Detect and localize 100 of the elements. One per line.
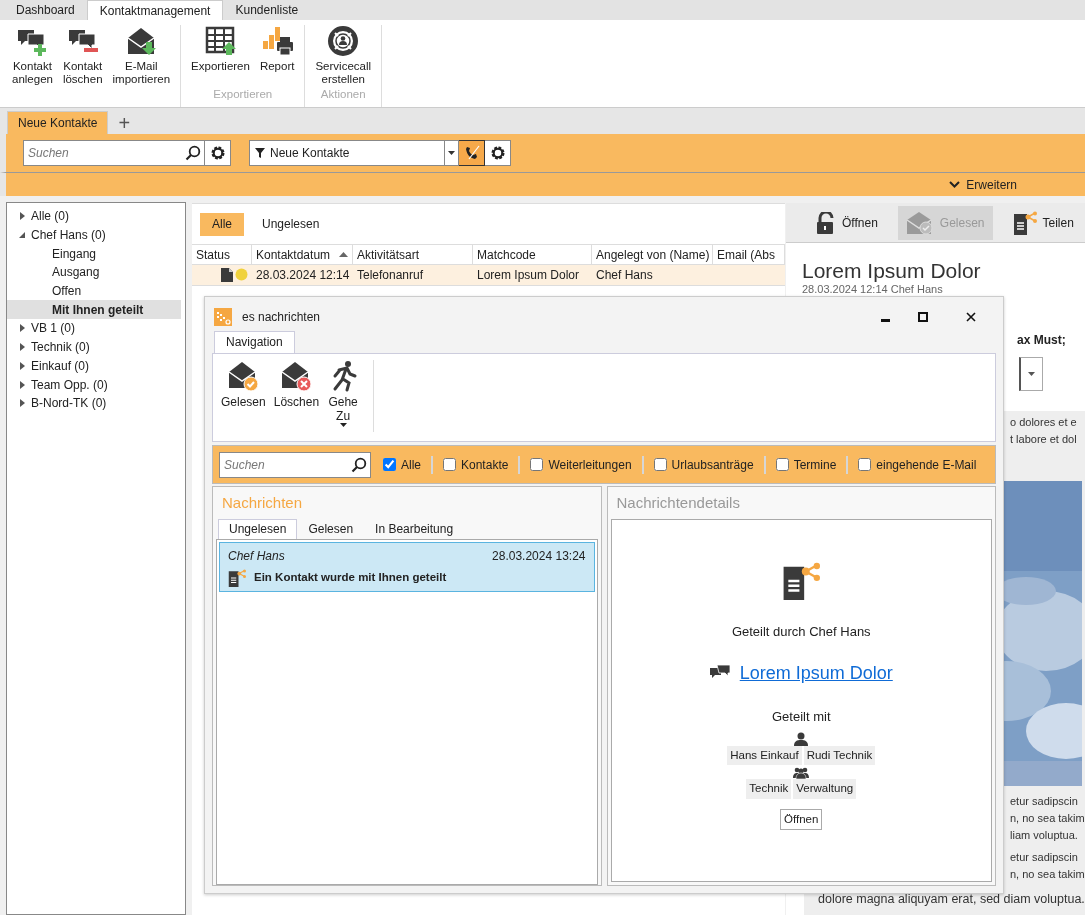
envelope-check-icon <box>227 360 260 392</box>
recipient-tag: Technik <box>746 779 792 799</box>
caret-icon <box>448 151 455 155</box>
checkbox-label: eingehende E-Mail <box>876 456 977 474</box>
table-cell-text: Telefonanruf <box>356 267 425 284</box>
column-header[interactable]: Email (Abs <box>713 245 785 264</box>
ribbon-button[interactable]: E-Mail importieren <box>110 25 173 87</box>
settings-icon <box>489 145 506 161</box>
filter-tab[interactable]: Alle <box>200 212 244 236</box>
phone-pen-icon <box>463 145 480 161</box>
ribbon-button[interactable]: Löschen <box>271 360 322 432</box>
record-title: Lorem Ipsum Dolor <box>801 258 982 283</box>
checkbox[interactable] <box>443 458 456 471</box>
lifebuoy-icon <box>327 25 360 57</box>
group-label: Exportieren <box>212 86 274 102</box>
text-line: t labore et dol <box>1010 432 1078 447</box>
filter-tab[interactable]: Ungelesen <box>250 212 332 236</box>
app-tab[interactable]: Dashboard <box>4 0 87 20</box>
table-row[interactable]: 28.03.2024 12:14 Telefonanruf Lorem Ipsum Dolor Chef Hans <box>192 265 785 286</box>
message-sender: Chef Hans <box>228 548 285 565</box>
settings-button[interactable] <box>485 140 511 166</box>
document-share-icon <box>228 569 246 587</box>
app-logo-icon <box>214 308 232 326</box>
checkbox-label: Alle <box>401 456 421 474</box>
ribbon-button[interactable]: Exportieren <box>189 25 252 86</box>
recipient-tag: Hans Einkauf <box>727 746 802 766</box>
ribbon-button[interactable]: Kontakt anlegen <box>10 25 55 87</box>
column-header[interactable]: Status <box>192 245 252 264</box>
tree-item[interactable]: Team Opp. (0) <box>31 375 108 394</box>
search-field[interactable]: Suchen <box>23 140 205 166</box>
checkbox-label: Urlaubsanträge <box>671 456 754 474</box>
field-label: ax Must; <box>1016 332 1067 349</box>
view-tab[interactable]: Neue Kontakte <box>7 111 109 134</box>
column-header[interactable]: Angelegt von (Name) <box>592 245 713 264</box>
tree-item[interactable]: VB 1 (0) <box>31 319 75 338</box>
minimize-icon <box>881 319 890 322</box>
tree-item[interactable]: Technik (0) <box>31 338 90 357</box>
tree-item[interactable]: Ausgang <box>7 263 181 282</box>
ribbon-button[interactable]: Gelesen <box>219 360 268 432</box>
funnel-icon <box>255 148 265 158</box>
chart-printer-icon <box>261 25 294 57</box>
open-button[interactable]: Öffnen <box>780 808 823 830</box>
shared-with-text: Geteilt mit <box>772 707 831 726</box>
column-header[interactable]: Matchcode <box>473 245 592 264</box>
tree-item[interactable]: Mit Ihnen geteilt <box>7 300 181 320</box>
chevron-down-icon <box>949 181 961 188</box>
message-tab[interactable]: Ungelesen <box>218 519 298 539</box>
ribbon-tab[interactable]: Navigation <box>214 331 295 353</box>
ribbon-button[interactable]: Report <box>257 25 297 86</box>
document-share-icon <box>782 562 821 600</box>
toolbar-button[interactable]: Öffnen <box>808 205 886 240</box>
person-icon <box>794 732 809 746</box>
maximize-icon <box>918 312 928 322</box>
message-tab[interactable]: In Bearbeitung <box>364 519 465 539</box>
ribbon-button[interactable]: Kontakt löschen <box>60 25 105 87</box>
checkbox[interactable] <box>858 458 872 471</box>
table-cell-text: 28.03.2024 12:14 <box>255 267 351 284</box>
tree-item[interactable]: Offen <box>7 281 181 301</box>
close-icon <box>966 312 976 322</box>
filter-dropdown[interactable]: Neue Kontakte <box>249 140 459 166</box>
checkbox[interactable] <box>775 458 789 471</box>
document-icon <box>221 268 233 282</box>
add-tab-button[interactable]: + <box>114 112 135 134</box>
text-line: n, no sea takim <box>1010 811 1085 826</box>
dropdown-field[interactable] <box>1019 357 1043 391</box>
settings-button[interactable] <box>205 140 231 166</box>
tree-item[interactable]: B-Nord-TK (0) <box>31 394 107 413</box>
message-time: 28.03.2024 13:24 <box>492 548 586 565</box>
chat-icon <box>709 665 730 681</box>
tree-item[interactable]: Einkauf (0) <box>31 356 90 375</box>
column-header[interactable]: Aktivitätsart <box>353 245 473 264</box>
search-field[interactable]: Suchen <box>219 451 371 478</box>
checkbox[interactable] <box>653 458 667 471</box>
call-toggle-button[interactable] <box>459 140 485 166</box>
checkbox[interactable] <box>530 458 544 471</box>
record-link[interactable]: Lorem Ipsum Dolor <box>739 659 893 687</box>
text-line: o dolores et e <box>1010 415 1078 430</box>
tree-item[interactable]: Chef Hans (0) <box>31 226 106 245</box>
search-icon <box>185 145 201 161</box>
dropdown-button[interactable]: Gehe Zu <box>325 360 362 432</box>
app-tab[interactable]: Kundenliste <box>223 0 311 20</box>
column-header[interactable]: Kontaktdatum <box>252 245 353 264</box>
checkbox[interactable] <box>383 458 396 471</box>
envelope-check-icon <box>905 210 934 235</box>
toolbar-button[interactable]: Teilen <box>1004 205 1082 240</box>
recipient-tag: Rudi Technik <box>803 746 876 766</box>
message-tab[interactable]: Gelesen <box>297 519 365 539</box>
text-line: liam voluptua. <box>1010 828 1079 843</box>
tree-item[interactable]: Eingang <box>7 244 181 264</box>
document-share-icon <box>1012 210 1037 235</box>
message-item[interactable]: Chef Hans 28.03.2024 13:24 Ein Kontakt wurde mit Ihnen geteilt <box>219 542 595 592</box>
checkbox-label: Termine <box>793 456 837 474</box>
expand-button[interactable]: Erweitern <box>943 174 1023 195</box>
search-icon <box>351 456 367 473</box>
table-cell-text: Chef Hans <box>595 267 654 284</box>
table-cell-text: Lorem Ipsum Dolor <box>476 267 581 284</box>
tree-item[interactable]: Alle (0) <box>31 207 69 226</box>
caret-icon <box>1028 372 1035 376</box>
app-tab[interactable]: Kontaktmanagement <box>86 0 224 20</box>
ribbon-button[interactable]: Servicecall erstellen <box>313 25 374 86</box>
